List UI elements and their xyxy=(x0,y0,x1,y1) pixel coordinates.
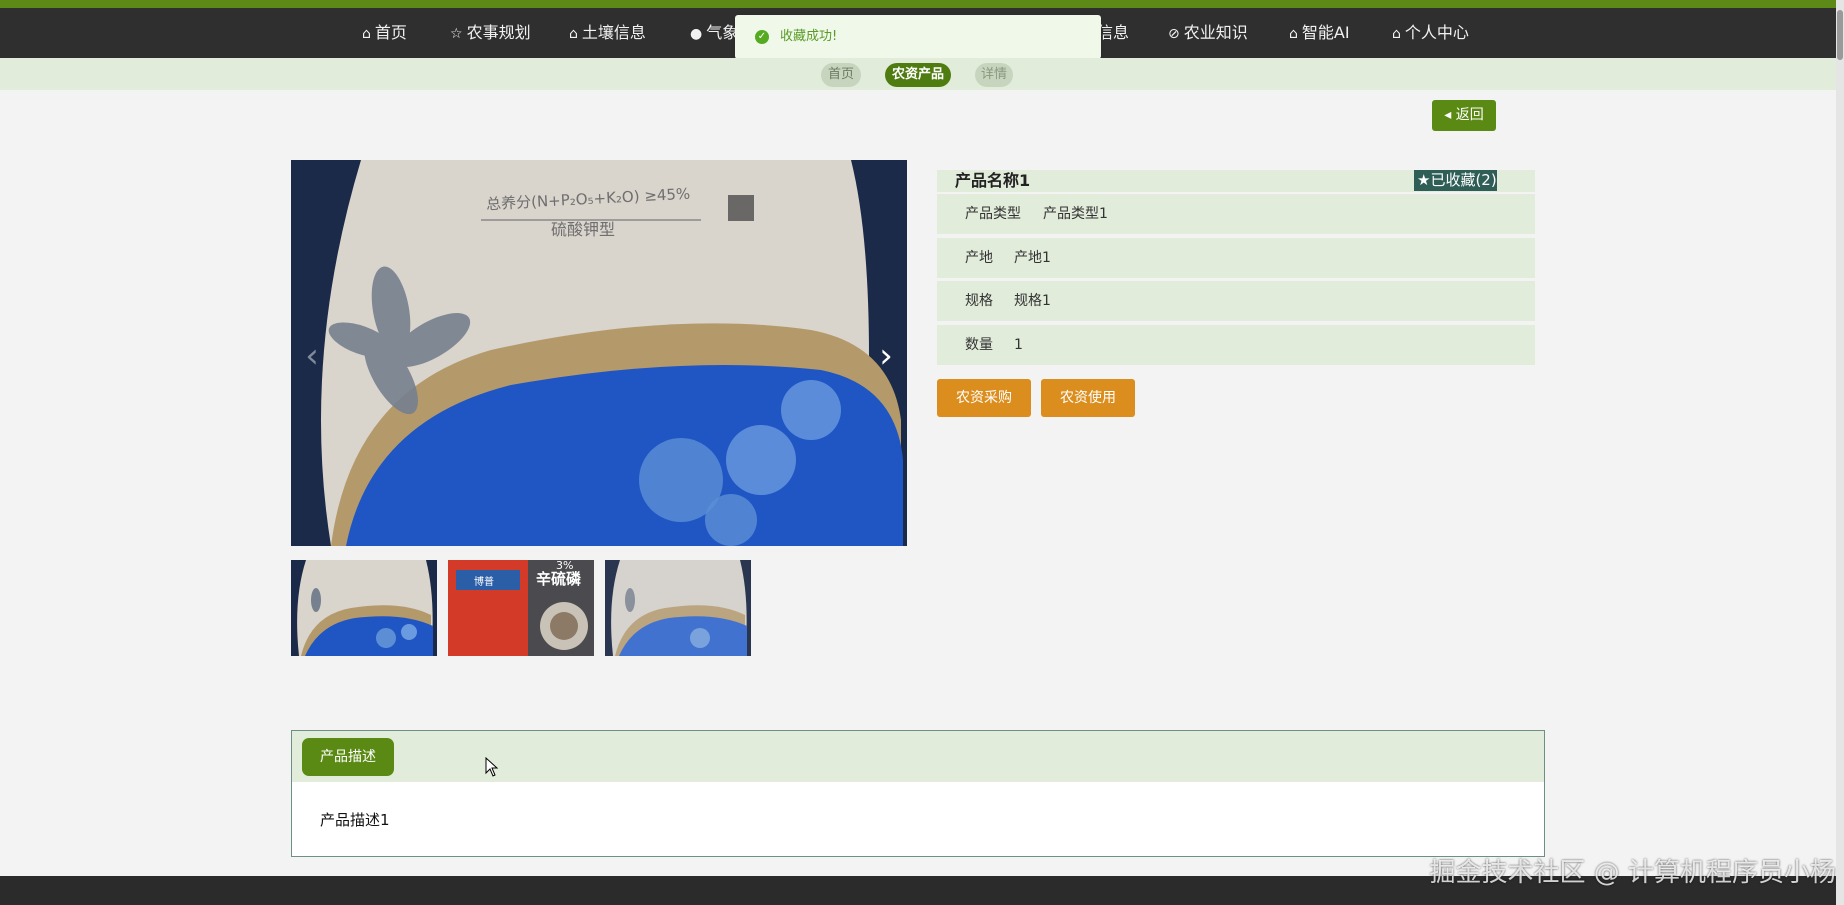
nav-info[interactable]: 信息 xyxy=(1097,8,1129,58)
field-row-quantity: 数量 1 xyxy=(937,325,1535,365)
field-row-origin: 产地 产地1 xyxy=(937,238,1535,278)
chevron-left-icon[interactable]: ‹ xyxy=(300,339,324,373)
top-accent-stripe xyxy=(0,0,1844,8)
product-main-image: 总养分(N+P₂O₅+K₂O) ≥45% 硫酸钾型 xyxy=(291,160,907,546)
breadcrumb-current: 详情 xyxy=(975,63,1013,87)
home-icon: ⌂ xyxy=(1392,26,1401,42)
product-title-row: 产品名称1 ★已收藏(2) xyxy=(937,170,1535,192)
nav-smart-ai[interactable]: ⌂ 智能AI xyxy=(1289,8,1350,58)
caret-left-icon: ◂ xyxy=(1444,107,1456,123)
nav-personal-center[interactable]: ⌂ 个人中心 xyxy=(1392,8,1469,58)
scrollbar-thumb[interactable] xyxy=(1837,10,1843,60)
leaf-icon: ⊘ xyxy=(1168,26,1180,42)
bag-type-text: 硫酸钾型 xyxy=(551,220,616,239)
alert-icon: ● xyxy=(690,26,703,42)
breadcrumb-category[interactable]: 农资产品 xyxy=(885,63,951,87)
gallery-thumb[interactable] xyxy=(605,560,751,656)
home-icon: ⌂ xyxy=(362,26,371,42)
nav-agri-knowledge[interactable]: ⊘ 农业知识 xyxy=(1168,8,1248,58)
nav-farm-planning[interactable]: ☆ 农事规划 xyxy=(450,8,531,58)
description-text: 产品描述1 xyxy=(320,811,390,829)
tab-description[interactable]: 产品描述 xyxy=(302,738,394,776)
mouse-cursor-icon xyxy=(485,757,499,777)
watermark: 掘金技术社区 @ 计算机程序员小杨 xyxy=(1429,858,1836,888)
field-row-product-type: 产品类型 产品类型1 xyxy=(937,194,1535,234)
favorite-button[interactable]: ★已收藏(2) xyxy=(1414,170,1497,191)
thumb2-brand: 博普 xyxy=(474,577,494,588)
back-button[interactable]: ◂ 返回 xyxy=(1432,100,1496,131)
gallery-thumb[interactable]: 3% 辛硫磷 博普 xyxy=(448,560,594,656)
use-button[interactable]: 农资使用 xyxy=(1041,379,1135,417)
home-icon: ⌂ xyxy=(1289,26,1298,42)
star-icon: ☆ xyxy=(450,26,463,42)
description-tabbar: 产品描述 xyxy=(292,731,1544,782)
product-name: 产品名称1 xyxy=(955,171,1031,190)
thumb2-title: 辛硫磷 xyxy=(536,570,582,588)
nav-home[interactable]: ⌂ 首页 xyxy=(362,8,407,58)
chevron-right-icon[interactable]: › xyxy=(874,339,898,373)
nav-soil-info[interactable]: ⌂ 土壤信息 xyxy=(569,8,646,58)
check-circle-icon: ✓ xyxy=(755,30,769,44)
lock-icon: ⌂ xyxy=(569,26,578,42)
breadcrumb-home[interactable]: 首页 xyxy=(821,63,861,87)
star-icon: ★ xyxy=(1417,171,1431,189)
scrollbar-track[interactable] xyxy=(1836,0,1844,905)
toast-message: 收藏成功! xyxy=(780,29,838,44)
gallery-thumb[interactable] xyxy=(291,560,437,656)
purchase-button[interactable]: 农资采购 xyxy=(937,379,1031,417)
description-panel: 产品描述 产品描述1 xyxy=(291,730,1545,857)
field-row-spec: 规格 规格1 xyxy=(937,281,1535,321)
success-toast: ✓ 收藏成功! xyxy=(735,15,1101,59)
